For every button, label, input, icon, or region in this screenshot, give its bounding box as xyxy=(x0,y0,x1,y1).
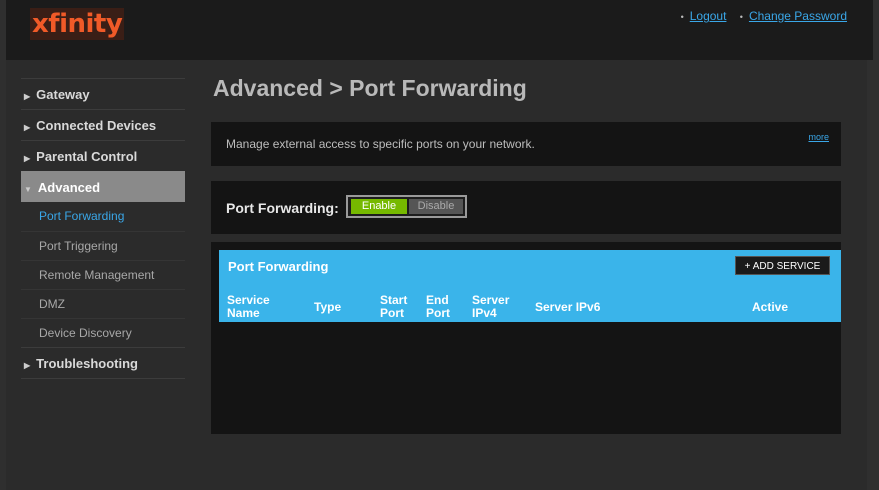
sidebar-subitem-port-forwarding[interactable]: Port Forwarding xyxy=(21,202,185,231)
triangle-right-icon: ▶ xyxy=(24,123,31,132)
triangle-right-icon: ▶ xyxy=(24,361,31,370)
sidebar-item-label: Connected Devices xyxy=(36,118,157,133)
column-header-line: Server xyxy=(472,293,510,307)
sidebar: ▶ Gateway ▶ Connected Devices ▶ Parental Co… xyxy=(21,78,185,379)
triangle-down-icon: ▼ xyxy=(24,185,32,194)
column-header-server-ipv6: Server IPv6 xyxy=(535,300,601,314)
logout-link[interactable]: Logout xyxy=(690,9,727,23)
sidebar-subitem-dmz[interactable]: DMZ xyxy=(21,289,185,318)
column-header-service-name: Service Name xyxy=(227,294,270,320)
port-forwarding-toggle-label: Port Forwarding: xyxy=(226,200,339,216)
sidebar-item-parental-control[interactable]: ▶ Parental Control xyxy=(21,140,185,171)
enable-button[interactable]: Enable xyxy=(351,199,407,214)
disable-button[interactable]: Disable xyxy=(409,199,463,214)
table-header: Port Forwarding + ADD SERVICE Service Nam… xyxy=(219,250,841,322)
column-header-line: Port xyxy=(380,306,404,320)
column-header-start-port: Start Port xyxy=(380,294,407,320)
services-panel: Port Forwarding + ADD SERVICE Service Nam… xyxy=(211,242,841,434)
sidebar-subitem-device-discovery[interactable]: Device Discovery xyxy=(21,318,185,347)
change-password-link[interactable]: Change Password xyxy=(749,9,847,23)
sidebar-item-connected-devices[interactable]: ▶ Connected Devices xyxy=(21,109,185,140)
add-service-button[interactable]: + ADD SERVICE xyxy=(735,256,830,275)
column-header-type: Type xyxy=(314,300,342,314)
column-header-end-port: End Port xyxy=(426,294,450,320)
top-bar: xfinity • Logout • Change Password xyxy=(6,0,873,60)
port-forwarding-toggle: Enable Disable xyxy=(346,195,467,218)
account-links: • Logout • Change Password xyxy=(671,9,847,23)
triangle-right-icon: ▶ xyxy=(24,154,31,163)
sidebar-item-label: Advanced xyxy=(37,180,101,195)
xfinity-logo: xfinity xyxy=(30,8,125,40)
sidebar-item-label: Troubleshooting xyxy=(36,356,138,371)
column-header-server-ipv4: Server IPv4 xyxy=(472,294,509,320)
column-header-line: Service xyxy=(227,293,270,307)
sidebar-subitem-remote-management[interactable]: Remote Management xyxy=(21,260,185,289)
column-header-line: Start xyxy=(380,293,408,307)
more-link[interactable]: more xyxy=(808,132,829,142)
sidebar-item-advanced[interactable]: ▼ Advanced xyxy=(21,171,185,202)
sidebar-item-gateway[interactable]: ▶ Gateway xyxy=(21,78,185,109)
column-header-line: IPv4 xyxy=(472,306,497,320)
column-header-active: Active xyxy=(752,300,789,314)
description-text: Manage external access to specific ports… xyxy=(226,137,535,151)
column-header-line: End xyxy=(426,293,449,307)
column-header-line: Port xyxy=(426,306,450,320)
sidebar-subitem-port-triggering[interactable]: Port Triggering xyxy=(21,231,185,260)
sidebar-item-troubleshooting[interactable]: ▶ Troubleshooting xyxy=(21,347,185,378)
toggle-panel: Port Forwarding: Enable Disable xyxy=(211,181,841,234)
description-panel: Manage external access to specific ports… xyxy=(211,122,841,166)
sidebar-item-label: Parental Control xyxy=(36,149,138,164)
page-title: Advanced > Port Forwarding xyxy=(213,75,527,101)
sidebar-item-label: Gateway xyxy=(36,87,90,102)
bullet-icon: • xyxy=(680,12,684,22)
triangle-right-icon: ▶ xyxy=(24,92,31,101)
table-title: Port Forwarding xyxy=(228,259,329,274)
column-header-line: Name xyxy=(227,306,260,320)
bullet-icon: • xyxy=(739,12,743,22)
